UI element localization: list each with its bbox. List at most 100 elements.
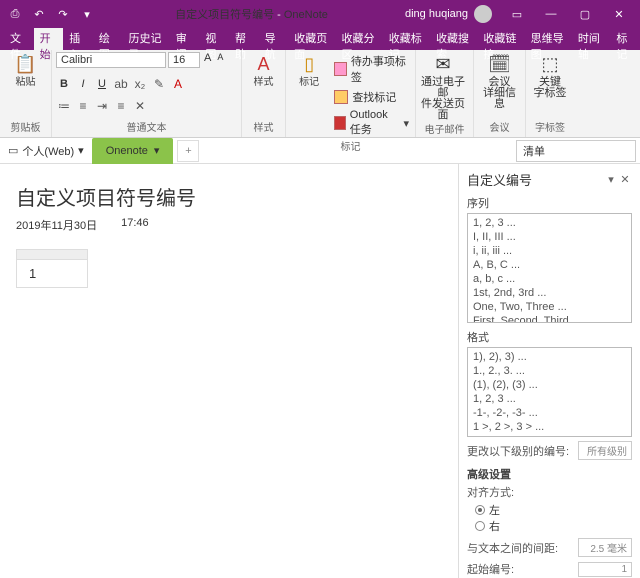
underline-icon[interactable]: U [94, 76, 110, 92]
page-time: 17:46 [121, 217, 149, 233]
add-section-button[interactable]: + [177, 140, 199, 162]
search-input[interactable]: 清单 [516, 140, 636, 162]
tab-home[interactable]: 开始 [34, 28, 64, 50]
font-name-combo[interactable]: Calibri [56, 52, 166, 68]
tab-favtag[interactable]: 收藏标记 [383, 28, 430, 50]
bullets-icon[interactable]: ≔ [56, 98, 72, 114]
group-clipboard-label: 剪贴板 [4, 119, 47, 135]
list-item[interactable]: First, Second, Third ... [470, 314, 629, 323]
group-keyword-label: 字标签 [530, 119, 570, 135]
tab-insert[interactable]: 插入 [63, 28, 93, 50]
start-label: 起始编号: [467, 561, 574, 577]
tab-help[interactable]: 帮助 [229, 28, 259, 50]
list-item[interactable]: i, ii, iii ... [470, 244, 629, 258]
italic-icon[interactable]: I [75, 76, 91, 92]
align-right-radio[interactable]: 右 [475, 518, 632, 534]
save-icon[interactable]: ⎙ [4, 3, 26, 25]
tab-view[interactable]: 视图 [199, 28, 229, 50]
level-combo[interactable]: 所有级别 [578, 441, 632, 460]
quick-access-toolbar: ⎙ ↶ ↷ ▾ [4, 3, 98, 25]
list-item[interactable]: (1), (2), (3) ... [470, 378, 629, 392]
find-tags-button[interactable]: 查找标记 [332, 88, 411, 106]
shrink-font-icon[interactable]: A [215, 52, 225, 68]
redo-icon[interactable]: ↷ [52, 3, 74, 25]
tab-timeline[interactable]: 时间轴 [572, 28, 610, 50]
group-meeting-label: 会议 [478, 119, 521, 135]
tab-favsection[interactable]: 收藏分区 [336, 28, 383, 50]
tag-button[interactable]: ▯标记 [290, 52, 328, 88]
keyword-tag-button[interactable]: ⬚关键字标签 [530, 52, 570, 99]
list-item[interactable]: 1., 2., 3. ... [470, 364, 629, 378]
sequence-listbox[interactable]: 1, 2, 3 ... I, II, III ... i, ii, iii ..… [467, 213, 632, 323]
format-listbox[interactable]: 1), 2), 3) ... 1., 2., 3. ... (1), (2), … [467, 347, 632, 437]
bold-icon[interactable]: B [56, 76, 72, 92]
meeting-icon: 🗓 [486, 52, 514, 76]
qat-dropdown-icon[interactable]: ▾ [76, 3, 98, 25]
styles-icon: A [250, 52, 278, 76]
styles-button[interactable]: A样式 [246, 52, 281, 88]
list-item[interactable]: One, Two, Three ... [470, 300, 629, 314]
tab-favlink[interactable]: 收藏链接 [477, 28, 524, 50]
close-icon[interactable]: ✕ [602, 0, 636, 28]
notebook-dropdown[interactable]: ▭ 个人(Web) ▾ [0, 138, 92, 164]
tab-favsearch[interactable]: 收藏搜索 [430, 28, 477, 50]
tab-draw[interactable]: 绘图 [93, 28, 123, 50]
list-item[interactable]: 1st, 2nd, 3rd ... [470, 286, 629, 300]
tab-file[interactable]: 文件 [4, 28, 34, 50]
ribbon-display-icon[interactable]: ▭ [500, 0, 534, 28]
grow-font-icon[interactable]: A [202, 52, 213, 68]
meeting-details-button[interactable]: 🗓会议详细信息 [478, 52, 521, 110]
list-item[interactable]: 1, 2, 3 ... [470, 392, 629, 406]
tab-history[interactable]: 历史记录 [123, 28, 170, 50]
strike-icon[interactable]: ab [113, 76, 129, 92]
list-item[interactable]: 1), 2), 3) ... [470, 350, 629, 364]
highlight-icon[interactable]: ✎ [151, 76, 167, 92]
subscript-icon[interactable]: x₂ [132, 76, 148, 92]
clear-format-icon[interactable]: ✕ [132, 98, 148, 114]
list-item[interactable]: a, b, c ... [470, 272, 629, 286]
avatar[interactable] [474, 5, 492, 23]
list-item[interactable]: 1 >, 2 >, 3 > ... [470, 420, 629, 434]
list-item[interactable]: I, II, III ... [470, 230, 629, 244]
tag-icon: ▯ [295, 52, 323, 76]
group-email-label: 电子邮件 [420, 121, 469, 137]
align-icon[interactable]: ≡ [113, 98, 129, 114]
spacing-input[interactable]: 2.5 毫米 [578, 538, 632, 557]
tab-favpage[interactable]: 收藏页面 [288, 28, 335, 50]
user-name[interactable]: ding huqiang [405, 8, 468, 20]
window-title: 自定义项目符号编号 - OneNote [98, 6, 405, 22]
section-tab-active[interactable]: Onenote ▾ [92, 138, 174, 164]
start-input[interactable]: 1 [578, 562, 632, 577]
align-label: 对齐方式: [467, 484, 632, 500]
tab-mindmap[interactable]: 思维导图 [525, 28, 572, 50]
email-icon: ✉ [429, 52, 457, 76]
tab-review[interactable]: 审阅 [170, 28, 200, 50]
email-page-button[interactable]: ✉通过电子邮件发送页面 [420, 52, 466, 121]
list-item[interactable]: -1-, -2-, -3- ... [470, 406, 629, 420]
indent-icon[interactable]: ⇥ [94, 98, 110, 114]
note-text[interactable]: 1 [17, 260, 87, 287]
maximize-icon[interactable]: ▢ [568, 0, 602, 28]
panel-close-icon[interactable]: ✕ [618, 173, 632, 186]
undo-icon[interactable]: ↶ [28, 3, 50, 25]
numbering-icon[interactable]: ≡ [75, 98, 91, 114]
panel-menu-icon[interactable]: ▾ [604, 173, 618, 186]
group-styles-label: 样式 [246, 119, 281, 135]
todo-tag-button[interactable]: 待办事项标签 [332, 52, 411, 86]
tab-tags[interactable]: 标记 [610, 28, 640, 50]
page-date: 2019年11月30日 [16, 217, 97, 233]
tab-nav[interactable]: 导航 [259, 28, 289, 50]
align-left-radio[interactable]: 左 [475, 502, 632, 518]
sequence-label: 序列 [467, 195, 632, 211]
font-size-combo[interactable]: 16 [168, 52, 200, 68]
container-handle[interactable] [17, 250, 87, 260]
font-color-icon[interactable]: A [170, 76, 186, 92]
paste-button[interactable]: 📋粘贴 [4, 52, 47, 88]
clipboard-icon: 📋 [12, 52, 40, 76]
list-item[interactable]: A, B, C ... [470, 258, 629, 272]
level-label: 更改以下级别的编号: [467, 443, 574, 459]
outlook-tasks-button[interactable]: Outlook 任务 ▾ [332, 108, 411, 138]
list-item[interactable]: 1, 2, 3 ... [470, 216, 629, 230]
minimize-icon[interactable]: — [534, 0, 568, 28]
note-container[interactable]: 1 [16, 249, 88, 288]
